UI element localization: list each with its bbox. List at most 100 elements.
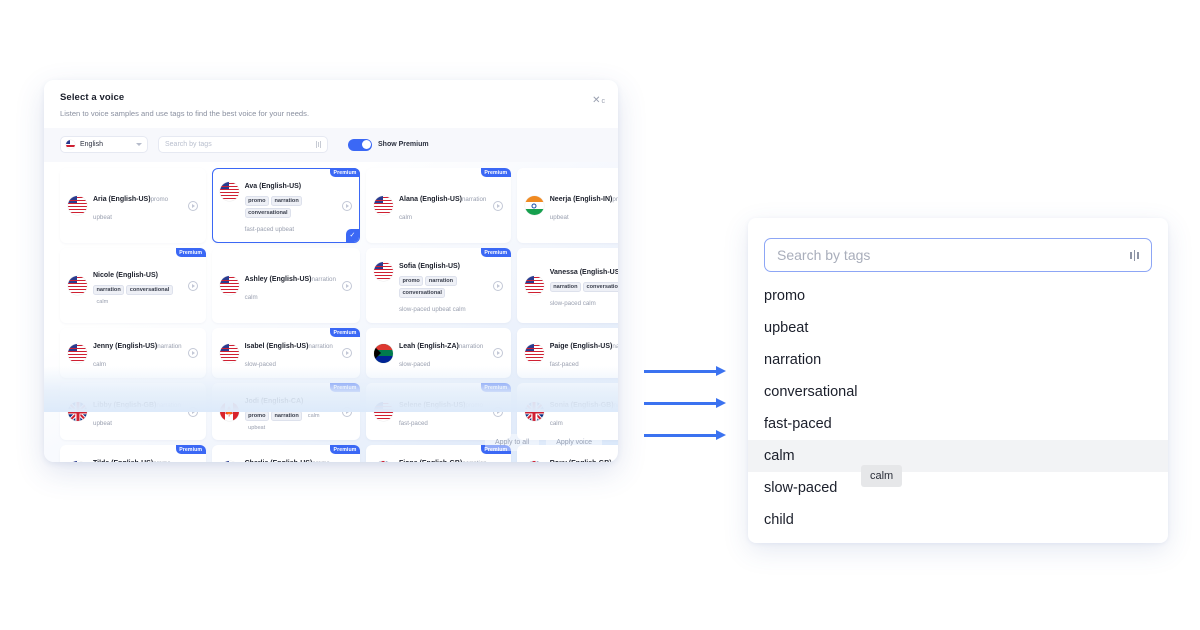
flag-icon-us [68, 343, 87, 363]
tag-search-input[interactable]: Search by tags [158, 136, 328, 153]
voice-chip[interactable]: conversational [398, 288, 446, 298]
voice-card[interactable]: Premium Nicole (English-US) narration conve… [60, 248, 206, 323]
tag-option[interactable]: fast-paced [748, 408, 1168, 440]
dialog-title: Select a voice [60, 92, 125, 103]
apply-voice-button[interactable]: Apply voice [546, 434, 602, 451]
arrow-icon [644, 366, 734, 377]
tag-option[interactable]: child [748, 504, 1168, 536]
voice-chip-list: narration conversational calm [93, 285, 182, 307]
play-sample-button[interactable] [341, 280, 352, 291]
tag-option[interactable]: upbeat [748, 312, 1168, 344]
voice-name: Vanessa (English-US) [549, 269, 618, 276]
flag-icon-us [524, 276, 544, 295]
flag-icon-gb [68, 402, 87, 421]
voice-card[interactable]: Aria (English-US)promo upbeat [60, 168, 206, 243]
premium-badge: Premium [480, 248, 511, 257]
voice-card[interactable]: Neerja (English-IN)promo upbeat [516, 168, 618, 243]
voice-card[interactable]: Jenny (English-US)narration calm [60, 328, 206, 378]
voice-card[interactable]: Premium Isabel (English-US)narration slow… [211, 328, 360, 378]
show-premium-toggle-group[interactable]: Show Premium [348, 138, 429, 151]
voice-card[interactable]: Premium Ava (English-US) promo narration con… [211, 168, 360, 243]
voice-info: Aria (English-US)promo upbeat [93, 188, 182, 224]
dialog-footer: Apply to all Apply voice [44, 425, 618, 462]
show-premium-toggle[interactable] [348, 138, 372, 151]
show-premium-label: Show Premium [378, 141, 429, 148]
voice-chip-list: promo narration conversational [398, 276, 487, 298]
voice-name: Selene (English-US) [398, 401, 466, 409]
premium-badge: Premium [480, 383, 511, 392]
voice-chip[interactable]: conversational [126, 285, 173, 295]
voice-name: Nicole (English-US) [93, 272, 158, 279]
flag-icon-us [524, 343, 544, 363]
tag-option[interactable]: promo [748, 280, 1168, 312]
flag-icon-us [373, 262, 393, 281]
tag-search-field[interactable]: Search by tags [764, 238, 1152, 272]
voice-name: Sonia (English-GB) [549, 401, 614, 409]
flag-icon-us [219, 343, 239, 363]
play-sample-button[interactable] [492, 280, 503, 291]
language-select[interactable]: English [60, 136, 148, 153]
voice-name: Jenny (English-US) [93, 343, 158, 350]
voice-name: Ava (English-US) [244, 183, 302, 190]
voice-name: Aria (English-US) [93, 195, 151, 203]
chevron-down-icon [136, 143, 142, 146]
voice-card[interactable]: Premium Sofia (English-US) promo narration c… [365, 248, 511, 323]
voice-info: Paige (English-US)narration fast-paced [550, 335, 618, 371]
play-sample-button[interactable] [187, 200, 198, 211]
tooltip: calm [861, 465, 903, 487]
play-sample-button[interactable] [187, 406, 198, 417]
voice-card[interactable]: Leah (English-ZA)narration slow-paced [365, 328, 511, 378]
voice-chip[interactable]: narration [271, 196, 303, 206]
sliders-icon [316, 141, 321, 148]
voice-card[interactable]: PremiumPaige (English-US)narration fast-… [516, 328, 618, 378]
dialog-header: Select a voice Listen to voice samples a… [44, 80, 618, 128]
tag-search-placeholder: Search by tags [165, 141, 212, 148]
tag-option[interactable]: calm [748, 440, 1168, 472]
tag-option[interactable]: narration [748, 344, 1168, 376]
tag-dropdown-panel: Search by tags promo upbeat narration conve… [748, 218, 1168, 543]
sliders-icon[interactable] [1130, 249, 1139, 261]
voice-card[interactable]: Ashley (English-US)narration calm [211, 248, 360, 323]
voice-tags: slow-paced upbeat calm [398, 306, 466, 313]
voice-name: Libby (English-GB) [93, 401, 157, 409]
play-sample-button[interactable] [492, 406, 503, 417]
voice-card[interactable]: Premium Alana (English-US)narration calm [365, 168, 511, 243]
voice-chip[interactable]: conversational [583, 282, 618, 292]
tag-option[interactable]: slow-paced [748, 472, 1168, 504]
voice-chip[interactable]: narration [93, 285, 125, 295]
voice-info: Alana (English-US)narration calm [399, 188, 487, 224]
play-sample-button[interactable] [492, 348, 503, 358]
play-sample-button[interactable] [492, 200, 503, 211]
play-sample-button[interactable] [187, 280, 198, 291]
premium-badge: Premium [175, 248, 206, 257]
tag-option[interactable]: conversational [748, 376, 1168, 408]
tag-search-field-placeholder: Search by tags [777, 247, 871, 263]
close-button[interactable]: ✕ c [592, 96, 605, 108]
flag-icon-us [219, 182, 239, 201]
play-sample-button[interactable] [341, 406, 352, 417]
voice-chip[interactable]: promo [244, 196, 270, 206]
voice-name: Leah (English-ZA) [398, 343, 459, 350]
dialog-subtitle: Listen to voice samples and use tags to … [60, 109, 310, 118]
apply-to-all-button[interactable]: Apply to all [484, 434, 540, 451]
voice-name: Neerja (English-IN) [549, 195, 613, 203]
flag-icon-za [373, 343, 393, 363]
flag-icon-us [68, 276, 87, 295]
play-sample-button[interactable] [341, 348, 352, 358]
voice-chip[interactable]: promo [244, 411, 270, 421]
tag-search-wrapper: Search by tags [748, 218, 1168, 272]
voice-card[interactable]: PremiumVanessa (English-US)narrationconv… [516, 248, 618, 323]
play-sample-button[interactable] [341, 200, 352, 211]
voice-chip[interactable]: conversational [244, 208, 292, 218]
voice-chip[interactable]: narration [271, 411, 303, 421]
voice-name: Paige (English-US) [549, 343, 613, 350]
flag-icon-in [524, 196, 544, 215]
voice-tag: calm [307, 413, 320, 419]
voice-chip[interactable]: promo [398, 276, 424, 286]
voice-tags: fast-paced upbeat [244, 226, 295, 233]
voice-chip[interactable]: narration [549, 282, 581, 292]
play-sample-button[interactable] [187, 348, 198, 358]
voice-chip[interactable]: narration [425, 276, 457, 286]
voice-tag: calm [96, 299, 109, 305]
flag-icon-us [68, 196, 87, 215]
